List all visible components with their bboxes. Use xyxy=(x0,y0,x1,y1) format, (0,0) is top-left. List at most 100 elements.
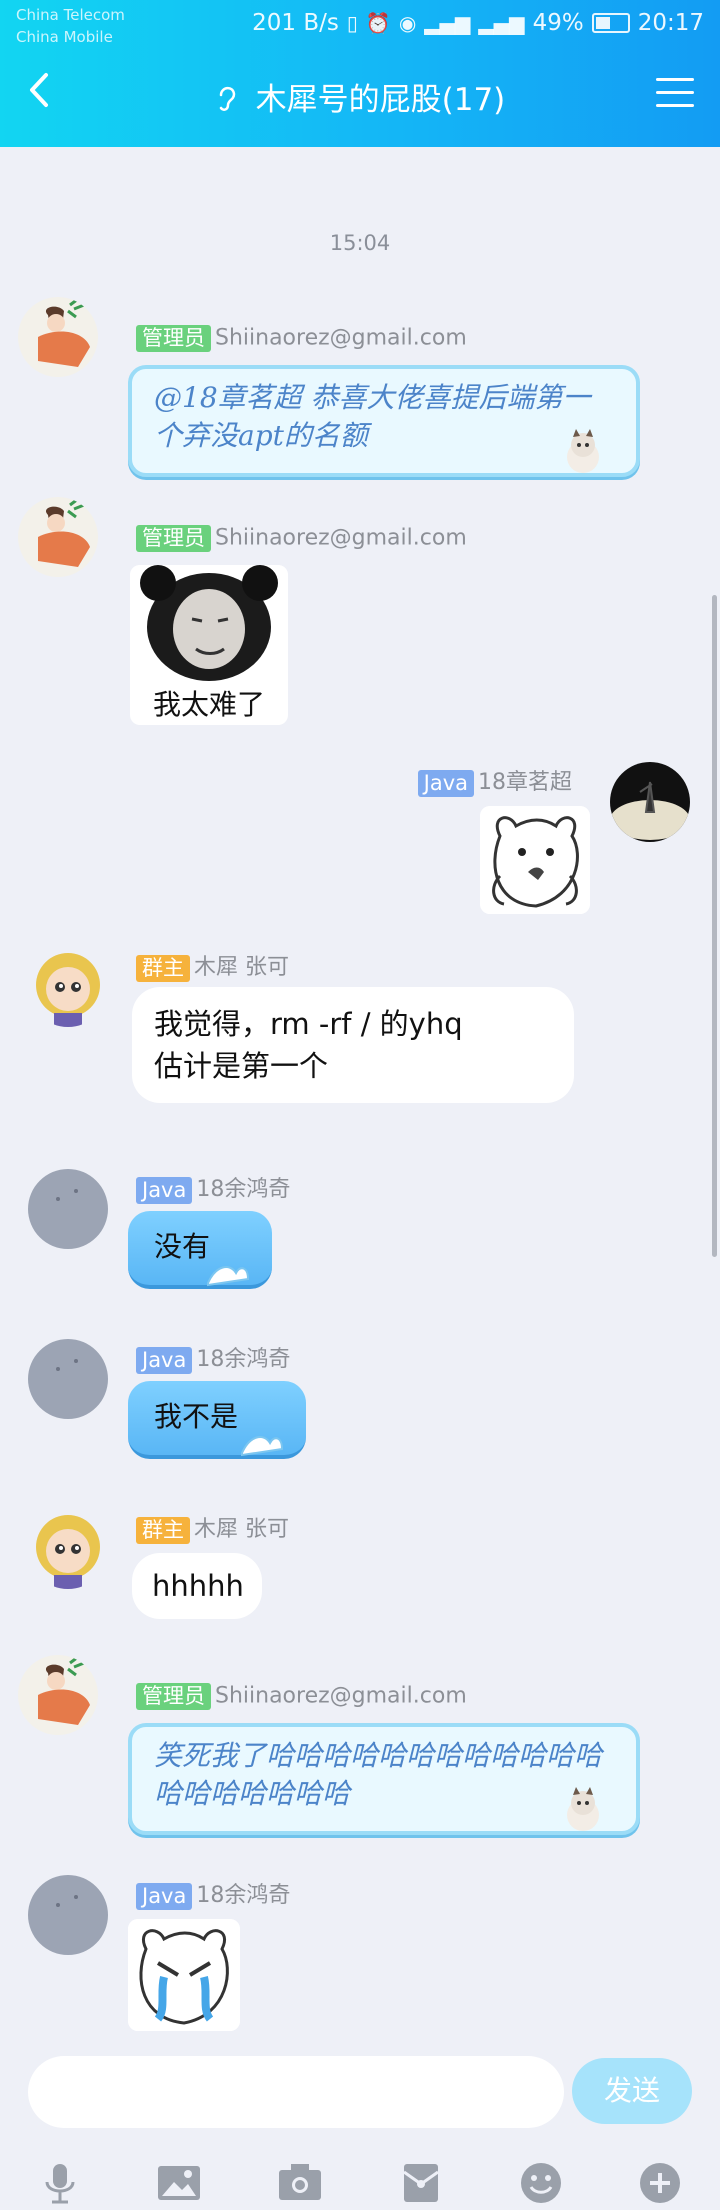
message-bubble[interactable]: 我觉得，rm -rf / 的yhq 估计是第一个 xyxy=(132,987,574,1103)
message-text: 我觉得，rm -rf / 的yhq xyxy=(154,1007,463,1041)
menu-icon-line xyxy=(656,104,694,107)
avatar[interactable] xyxy=(18,1655,98,1735)
crying-bear-icon xyxy=(128,1919,240,2031)
sticker-image[interactable] xyxy=(128,1919,240,2031)
wave-decoration-icon xyxy=(206,1259,250,1287)
signal-icon: ▂▄▆ xyxy=(424,11,471,35)
role-badge: 管理员 xyxy=(136,1683,211,1710)
battery-percent: 49% xyxy=(532,10,584,36)
message-timestamp: 15:04 xyxy=(329,231,391,255)
sender-info: 管理员 Shiinaorez@gmail.com xyxy=(136,525,467,552)
top-bar: China Telecom China Mobile 201 B/s ▯ ⏰ ◉… xyxy=(0,0,720,147)
status-icons: 201 B/s ▯ ⏰ ◉ ▂▄▆ ▂▄▆ 49% 20:17 xyxy=(252,10,704,36)
alarm-icon: ⏰ xyxy=(365,11,391,35)
menu-button[interactable] xyxy=(656,78,694,108)
sender-info: 群主 木犀 张可 xyxy=(136,1511,289,1544)
avatar[interactable] xyxy=(18,497,98,577)
sender-info: Java 18章茗超 xyxy=(417,764,572,797)
message-bubble[interactable]: hhhhh xyxy=(132,1553,262,1619)
plus-icon[interactable] xyxy=(637,2160,683,2206)
toolbar xyxy=(0,2150,720,2210)
microphone-icon[interactable] xyxy=(37,2160,83,2206)
chat-area[interactable]: 15:04 管理员 Shiinaorez@gmail.com @18章茗超 恭喜大… xyxy=(0,147,720,2040)
sender-name[interactable]: 18余鸿奇 xyxy=(196,1883,290,1908)
avatar[interactable] xyxy=(28,1509,108,1589)
sender-info: 群主 木犀 张可 xyxy=(136,949,289,982)
message-row: 群主 木犀 张可 hhhhh xyxy=(0,1509,720,1639)
emoji-icon[interactable] xyxy=(518,2160,564,2206)
cat-decoration-icon xyxy=(562,1785,604,1833)
sender-name[interactable]: 18余鸿奇 xyxy=(196,1177,290,1202)
avatar[interactable] xyxy=(28,1169,108,1249)
sender-info: Java 18余鸿奇 xyxy=(136,1171,290,1204)
ear-icon xyxy=(215,84,248,117)
message-input[interactable] xyxy=(28,2056,564,2128)
message-text: 没有 xyxy=(154,1230,211,1263)
sender-info: 管理员 Shiinaorez@gmail.com xyxy=(136,1683,467,1710)
network-speed: 201 B/s xyxy=(252,10,339,36)
role-badge: Java xyxy=(136,1882,193,1910)
menu-icon-line xyxy=(656,91,694,94)
carrier-info: China Telecom China Mobile xyxy=(16,4,125,48)
chat-title: 木犀号的屁股(17) xyxy=(0,74,720,119)
sender-name[interactable]: Shiinaorez@gmail.com xyxy=(215,526,467,551)
send-button[interactable]: 发送 xyxy=(572,2058,692,2124)
message-row: 群主 木犀 张可 我觉得，rm -rf / 的yhq 估计是第一个 xyxy=(0,947,720,1117)
role-badge: Java xyxy=(136,1346,193,1374)
message-row: Java 18余鸿奇 我不是 xyxy=(0,1339,720,1459)
sender-info: Java 18余鸿奇 xyxy=(136,1877,290,1910)
sender-info: Java 18余鸿奇 xyxy=(136,1341,290,1374)
cat-decoration-icon xyxy=(562,427,604,475)
message-text: @18章茗超 恭喜大佬喜提后端第一个弃没apt的名额 xyxy=(154,381,591,452)
eye-icon: ◉ xyxy=(398,11,417,35)
sender-name[interactable]: 18余鸿奇 xyxy=(196,1347,290,1372)
sender-info: 管理员 Shiinaorez@gmail.com xyxy=(136,325,467,352)
message-text: 笑死我了哈哈哈哈哈哈哈哈哈哈哈哈哈哈哈哈哈哈哈 xyxy=(154,1739,603,1810)
message-text: 我不是 xyxy=(154,1400,239,1433)
carrier-2: China Mobile xyxy=(16,28,113,46)
sender-name[interactable]: Shiinaorez@gmail.com xyxy=(215,1684,467,1709)
message-text: hhhhh xyxy=(152,1569,244,1603)
role-badge: 管理员 xyxy=(136,325,211,352)
clock: 20:17 xyxy=(637,10,704,36)
message-row: Java 18章茗超 xyxy=(0,762,720,942)
sticker-caption: 我太难了 xyxy=(152,688,265,721)
message-bubble[interactable]: 没有 xyxy=(128,1211,272,1289)
message-row: 管理员 Shiinaorez@gmail.com 笑死我了哈哈哈哈哈哈哈哈哈哈哈哈… xyxy=(0,1655,720,1835)
red-packet-icon[interactable] xyxy=(398,2160,444,2206)
composer-bar: 发送 xyxy=(0,2040,720,2210)
message-row: 管理员 Shiinaorez@gmail.com @18章茗超 恭喜大佬喜提后端第… xyxy=(0,297,720,497)
avatar[interactable] xyxy=(18,297,98,377)
bear-meme-icon xyxy=(480,806,590,914)
menu-icon-line xyxy=(656,78,694,81)
avatar[interactable] xyxy=(610,762,690,842)
sender-name[interactable]: 木犀 张可 xyxy=(194,955,289,980)
message-row: 管理员 Shiinaorez@gmail.com 我太难了 xyxy=(0,497,720,725)
message-text: 估计是第一个 xyxy=(154,1049,329,1083)
panda-meme-icon xyxy=(130,565,288,685)
role-badge: 群主 xyxy=(136,954,190,982)
chat-title-text: 木犀号的屁股(17) xyxy=(255,82,506,118)
image-icon[interactable] xyxy=(156,2160,202,2206)
avatar[interactable] xyxy=(28,1339,108,1419)
message-row: Java 18余鸿奇 没有 xyxy=(0,1169,720,1289)
vibrate-icon: ▯ xyxy=(346,11,358,35)
role-badge: Java xyxy=(417,769,474,797)
scrollbar[interactable] xyxy=(712,595,717,1257)
wave-decoration-icon xyxy=(240,1429,284,1457)
sender-name[interactable]: 18章茗超 xyxy=(478,770,572,795)
role-badge: 管理员 xyxy=(136,525,211,552)
signal-4g-icon: ▂▄▆ xyxy=(478,11,525,35)
camera-icon[interactable] xyxy=(277,2160,323,2206)
avatar[interactable] xyxy=(28,947,108,1027)
sender-name[interactable]: Shiinaorez@gmail.com xyxy=(215,326,467,351)
sender-name[interactable]: 木犀 张可 xyxy=(194,1517,289,1542)
message-row: Java 18余鸿奇 xyxy=(0,1875,720,2040)
avatar[interactable] xyxy=(28,1875,108,1955)
role-badge: Java xyxy=(136,1176,193,1204)
sticker-image[interactable]: 我太难了 xyxy=(130,565,288,725)
carrier-1: China Telecom xyxy=(16,6,125,24)
sticker-image[interactable] xyxy=(480,806,590,914)
battery-icon xyxy=(591,13,630,33)
role-badge: 群主 xyxy=(136,1516,190,1544)
